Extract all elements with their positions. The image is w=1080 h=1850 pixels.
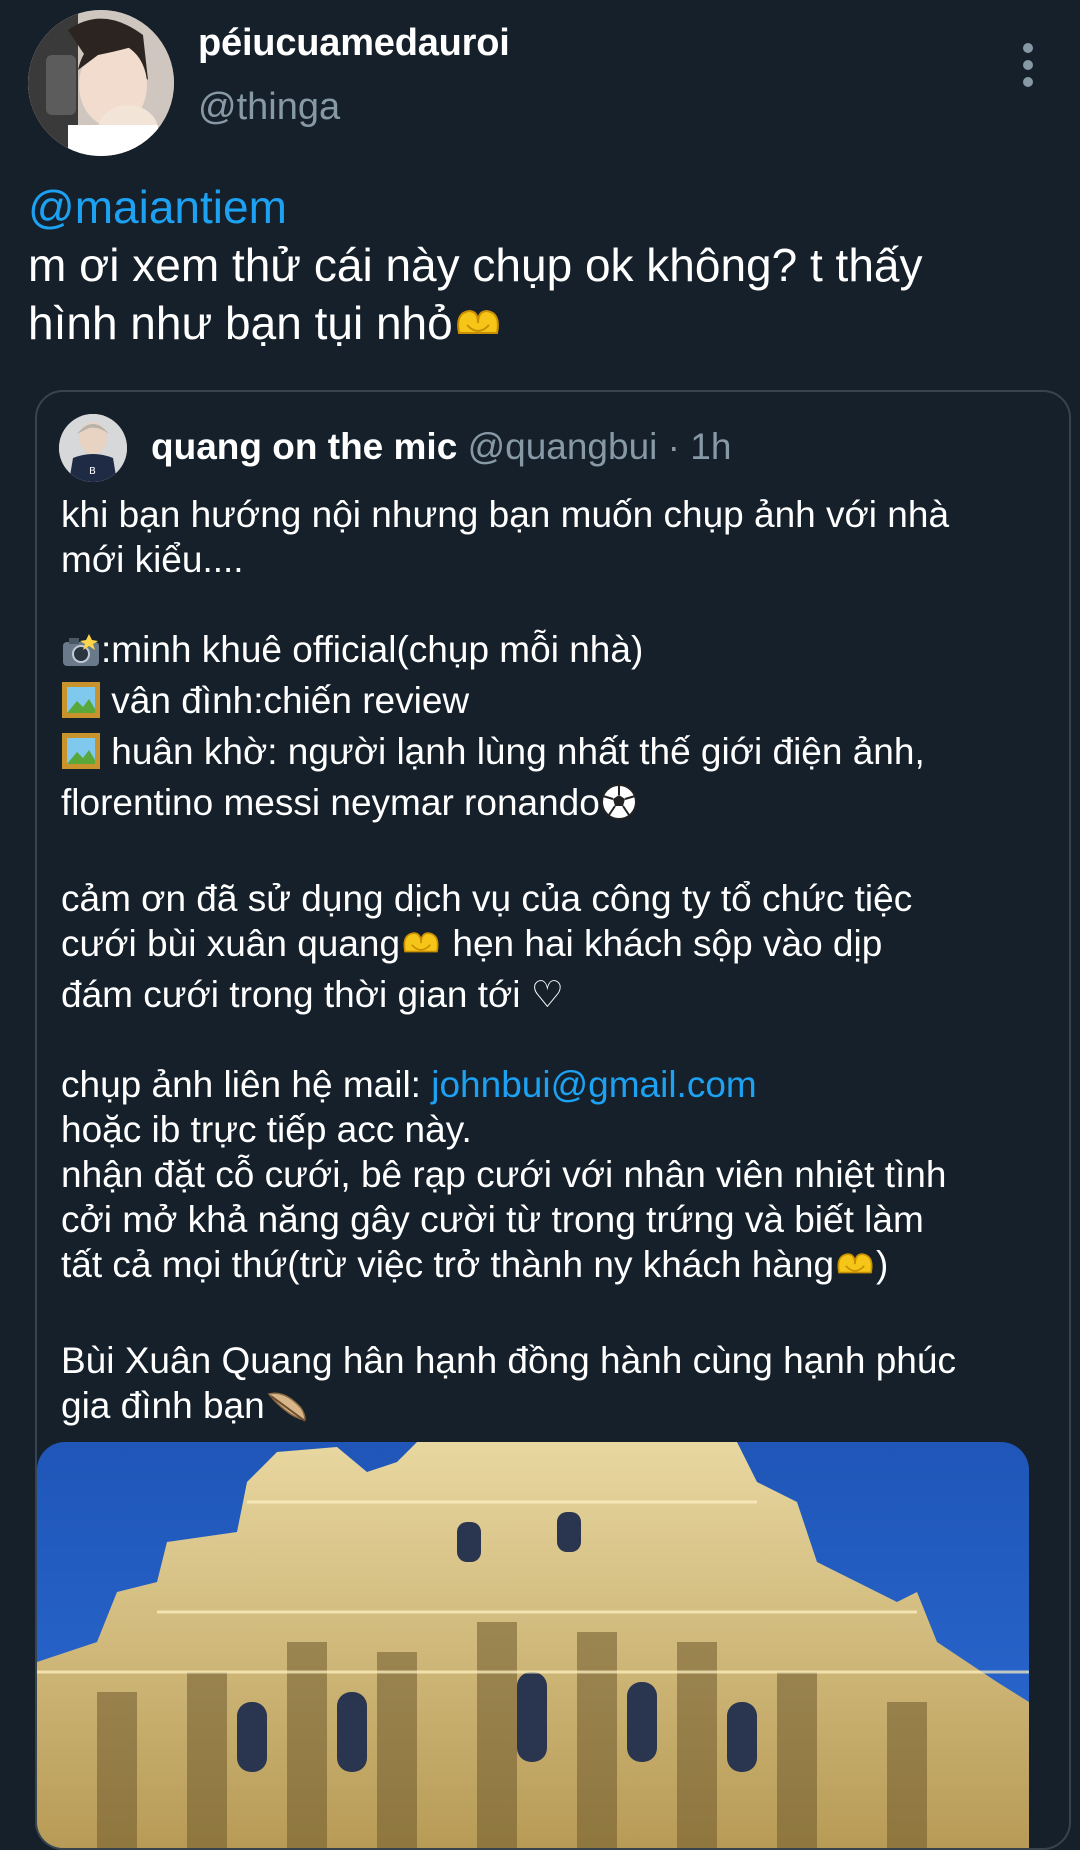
quoted-timestamp[interactable]: 1h <box>690 426 731 467</box>
paragraph-cast: :minh khuê official(chụp mỗi nhà) vân đì… <box>61 627 1051 831</box>
text-line-with-emoji: florentino messi neymar ronando <box>61 780 1051 831</box>
tweet-text: @maiantiem m ơi xem thử cái này chụp ok … <box>28 178 1058 358</box>
text-line: ) <box>876 1244 889 1285</box>
author-handle[interactable]: @thinga <box>198 86 340 129</box>
text-line: gia đình bạn <box>61 1385 265 1426</box>
text-line: nhận đặt cỗ cưới, bê rạp cưới với nhân v… <box>61 1154 947 1195</box>
heart-hands-icon <box>453 300 503 358</box>
author-display-name[interactable]: péiucuamedauroi <box>198 22 510 65</box>
camera-flash-icon <box>61 632 101 678</box>
text-line-with-emoji: tất cả mọi thứ(trừ việc trở thành ny khá… <box>61 1242 1051 1293</box>
feather-icon <box>265 1388 309 1434</box>
quoted-tweet-image[interactable] <box>37 1442 1029 1848</box>
quoted-display-name[interactable]: quang on the mic <box>151 426 457 467</box>
more-vertical-icon <box>1023 43 1033 87</box>
contact-label: chụp ảnh liên hệ mail: <box>61 1064 432 1105</box>
quoted-tweet-card[interactable]: B quang on the mic @quangbui · 1h khi bạ… <box>35 390 1071 1850</box>
text-line: hẹn hai khách sộp vào dịp <box>442 923 883 964</box>
meta-separator: · <box>667 426 680 467</box>
tweet-text-line-with-emoji: hình như bạn tụi nhỏ <box>28 294 1058 358</box>
quoted-author-avatar[interactable]: B <box>59 414 127 482</box>
heart-hands-icon <box>834 1247 876 1293</box>
text-line-with-emoji: vân đình:chiến review <box>61 678 1051 729</box>
mention-link[interactable]: @maiantiem <box>28 178 1058 236</box>
tweet-text-line: hình như bạn tụi nhỏ <box>28 297 453 349</box>
quoted-handle[interactable]: @quangbui <box>468 426 658 467</box>
quoted-tweet-meta: quang on the mic @quangbui · 1h <box>151 426 731 468</box>
svg-text:B: B <box>89 466 96 477</box>
text-line: đám cưới trong thời gian tới ♡ <box>61 974 564 1015</box>
text-line: hoặc ib trực tiếp acc này. <box>61 1109 472 1150</box>
text-line-with-emoji: gia đình bạn <box>61 1383 1051 1434</box>
text-line: :minh khuê official(chụp mỗi nhà) <box>101 629 644 670</box>
tweet-header: péiucuamedauroi @thinga <box>28 10 1058 160</box>
tweet-text-line: m ơi xem thử cái này chụp ok không? t th… <box>28 239 923 291</box>
paragraph-thanks: cảm ơn đã sử dụng dịch vụ của công ty tổ… <box>61 876 1051 1017</box>
author-avatar[interactable] <box>28 10 174 156</box>
text-line: florentino messi neymar ronando <box>61 782 600 823</box>
framed-picture-icon <box>61 681 101 729</box>
text-line: cảm ơn đã sử dụng dịch vụ của công ty tổ… <box>61 878 913 919</box>
text-line: cởi mở khả năng gây cười từ trong trứng … <box>61 1199 924 1240</box>
text-line: khi bạn hướng nội nhưng bạn muốn chụp ản… <box>61 494 950 535</box>
text-line-with-emoji: huân khờ: người lạnh lùng nhất thế giới … <box>61 729 1051 780</box>
framed-picture-icon <box>61 732 101 780</box>
mansion-photo <box>37 1442 1029 1848</box>
text-line: tất cả mọi thứ(trừ việc trở thành ny khá… <box>61 1244 835 1285</box>
email-link[interactable]: johnbui@gmail.com <box>431 1064 756 1105</box>
contact-line: chụp ảnh liên hệ mail: johnbui@gmail.com <box>61 1062 1051 1107</box>
text-line: Bùi Xuân Quang hân hạnh đồng hành cùng h… <box>61 1340 956 1381</box>
text-line: cưới bùi xuân quang <box>61 923 401 964</box>
quoted-tweet-header: B quang on the mic @quangbui · 1h <box>59 414 1049 484</box>
avatar-image <box>28 10 174 156</box>
text-line: mới kiểu.... <box>61 539 244 580</box>
paragraph-contact: chụp ảnh liên hệ mail: johnbui@gmail.com… <box>61 1062 1051 1293</box>
more-options-button[interactable] <box>1008 40 1048 90</box>
text-line: vân đình:chiến review <box>101 680 470 721</box>
quoted-avatar-image: B <box>59 414 127 482</box>
text-line-with-emoji: :minh khuê official(chụp mỗi nhà) <box>61 627 1051 678</box>
quoted-tweet-text: khi bạn hướng nội nhưng bạn muốn chụp ản… <box>61 492 1051 1479</box>
soccer-ball-icon <box>600 783 638 831</box>
text-line: huân khờ: người lạnh lùng nhất thế giới … <box>101 731 925 772</box>
paragraph-closing: Bùi Xuân Quang hân hạnh đồng hành cùng h… <box>61 1338 1051 1434</box>
text-line-with-emoji: cưới bùi xuân quang hẹn hai khách sộp và… <box>61 921 1051 972</box>
paragraph-intro: khi bạn hướng nội nhưng bạn muốn chụp ản… <box>61 492 1051 582</box>
heart-hands-icon <box>400 926 442 972</box>
